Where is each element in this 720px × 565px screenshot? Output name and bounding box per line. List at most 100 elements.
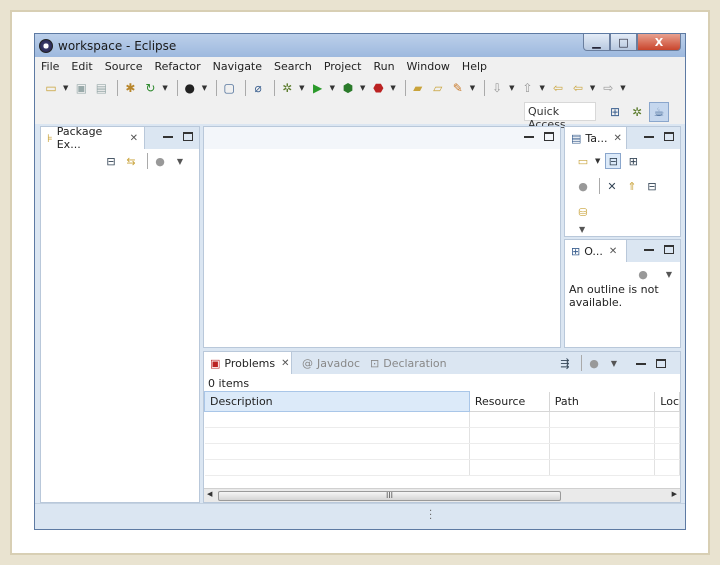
close-icon[interactable]: ✕ xyxy=(130,133,138,144)
new-task-icon[interactable]: ▭ xyxy=(575,153,591,169)
forward-icon[interactable]: ⇨ xyxy=(600,80,616,96)
tab-javadoc[interactable]: @ Javadoc xyxy=(302,357,360,370)
repository-icon[interactable]: ⛁ xyxy=(575,204,591,220)
debug-perspective-icon[interactable]: ✲ xyxy=(627,102,647,122)
focus-task-icon[interactable]: ● xyxy=(575,178,591,194)
column-path[interactable]: Path xyxy=(549,391,656,412)
task-list-icon: ▤ xyxy=(571,131,582,145)
refresh-dropdown-icon[interactable]: ▼ xyxy=(162,84,167,92)
minimize-view-icon[interactable] xyxy=(524,136,534,138)
previous-annotation-icon[interactable]: ⇧ xyxy=(520,80,536,96)
forward-dropdown-icon[interactable]: ▼ xyxy=(620,84,625,92)
open-perspective-icon[interactable]: ⊞ xyxy=(605,102,625,122)
scroll-thumb[interactable]: III xyxy=(218,491,561,501)
toolbar-separator xyxy=(404,80,406,96)
new-icon[interactable]: ▭ xyxy=(43,80,59,96)
close-icon[interactable]: ✕ xyxy=(614,133,622,144)
minimize-view-icon[interactable] xyxy=(644,136,654,138)
focus-icon[interactable]: ● xyxy=(152,153,168,169)
declaration-title: Declaration xyxy=(383,356,447,370)
java-perspective-icon[interactable]: ☕ xyxy=(649,102,669,122)
menu-window[interactable]: Window xyxy=(407,60,450,73)
link-with-editor-icon[interactable]: ⇆ xyxy=(123,153,139,169)
synchronize-icon[interactable]: ⇑ xyxy=(624,178,640,194)
profile-dropdown-icon[interactable]: ▼ xyxy=(202,84,207,92)
next-annotation-dropdown-icon[interactable]: ▼ xyxy=(509,84,514,92)
back-dropdown-icon[interactable]: ▼ xyxy=(590,84,595,92)
view-menu-icon[interactable]: ▼ xyxy=(172,153,188,169)
hide-completed-icon[interactable]: ✕ xyxy=(604,178,620,194)
minimize-button[interactable]: ▁ xyxy=(583,34,610,51)
save-icon[interactable]: ▣ xyxy=(73,80,89,96)
tab-outline[interactable]: ⊞ O... ✕ xyxy=(565,240,627,262)
task-list-toolbar-row3: ⛁ xyxy=(575,204,595,220)
task-list-menu-icon[interactable]: ▼ xyxy=(579,225,585,234)
back-icon[interactable]: ⇦ xyxy=(570,80,586,96)
open-folder-icon[interactable]: ▱ xyxy=(430,80,446,96)
coverage-icon[interactable]: ⬢ xyxy=(340,80,356,96)
new-dropdown-icon[interactable]: ▼ xyxy=(63,84,68,92)
menu-project[interactable]: Project xyxy=(324,60,362,73)
scroll-right-icon[interactable]: ▶ xyxy=(672,490,677,498)
console-icon[interactable]: ▢ xyxy=(221,80,237,96)
categorized-icon[interactable]: ⊟ xyxy=(605,153,622,169)
maximize-view-icon[interactable] xyxy=(183,132,193,141)
previous-annotation-dropdown-icon[interactable]: ▼ xyxy=(540,84,545,92)
last-edit-icon[interactable]: ⇦ xyxy=(550,80,566,96)
collapse-all-icon[interactable]: ⊟ xyxy=(103,153,119,169)
maximize-view-icon[interactable] xyxy=(544,132,554,141)
menu-refactor[interactable]: Refactor xyxy=(155,60,201,73)
tab-problems[interactable]: ▣ Problems ✕ xyxy=(204,352,292,374)
menu-search[interactable]: Search xyxy=(274,60,312,73)
menu-help[interactable]: Help xyxy=(462,60,487,73)
column-location[interactable]: Loc xyxy=(654,391,680,412)
run-dropdown-icon[interactable]: ▼ xyxy=(330,84,335,92)
tab-task-list[interactable]: ▤ Ta... ✕ xyxy=(565,127,627,149)
minimize-view-icon[interactable] xyxy=(644,249,654,251)
refresh-icon[interactable]: ↻ xyxy=(142,80,158,96)
close-icon[interactable]: ✕ xyxy=(281,358,289,369)
menu-file[interactable]: File xyxy=(41,60,59,73)
profile-icon[interactable]: ● xyxy=(182,80,198,96)
maximize-view-icon[interactable] xyxy=(664,132,674,141)
next-annotation-icon[interactable]: ⇩ xyxy=(489,80,505,96)
column-description[interactable]: Description xyxy=(204,391,470,412)
new-task-dropdown-icon[interactable]: ▼ xyxy=(595,157,600,165)
maximize-button[interactable]: □ xyxy=(610,34,637,51)
new-java-package-icon[interactable]: ✱ xyxy=(122,80,138,96)
main-toolbar: ▭ ▼ ▣ ▤ ✱ ↻ ▼ ● ▼ ▢ ⌀ ✲ ▼ ▶ ▼ ⬢ ▼ ⬣ ▼ ▰ … xyxy=(35,76,685,100)
coverage-dropdown-icon[interactable]: ▼ xyxy=(360,84,365,92)
maximize-view-icon[interactable] xyxy=(664,245,674,254)
menu-edit[interactable]: Edit xyxy=(71,60,92,73)
save-all-icon[interactable]: ▤ xyxy=(93,80,109,96)
close-button[interactable]: X xyxy=(637,34,681,51)
filter-icon[interactable]: ⇶ xyxy=(557,355,573,371)
debug-dropdown-icon[interactable]: ▼ xyxy=(299,84,304,92)
minimize-view-icon[interactable] xyxy=(636,363,646,365)
menu-source[interactable]: Source xyxy=(105,60,143,73)
scroll-left-icon[interactable]: ◀ xyxy=(207,490,212,498)
run-icon[interactable]: ▶ xyxy=(310,80,326,96)
tab-declaration[interactable]: ⊡ Declaration xyxy=(370,357,447,370)
external-tools-dropdown-icon[interactable]: ▼ xyxy=(390,84,395,92)
scheduled-icon[interactable]: ⊞ xyxy=(625,153,641,169)
search-dropdown-icon[interactable]: ▼ xyxy=(470,84,475,92)
skip-breakpoints-icon[interactable]: ⌀ xyxy=(250,80,266,96)
view-menu-icon[interactable]: ▼ xyxy=(606,355,622,371)
horizontal-scrollbar[interactable]: ◀ III ▶ xyxy=(204,488,680,502)
debug-icon[interactable]: ✲ xyxy=(279,80,295,96)
open-type-icon[interactable]: ▰ xyxy=(410,80,426,96)
menu-run[interactable]: Run xyxy=(373,60,394,73)
search-tool-icon[interactable]: ✎ xyxy=(450,80,466,96)
focus-icon[interactable]: ● xyxy=(586,355,602,371)
external-tools-icon[interactable]: ⬣ xyxy=(370,80,386,96)
menu-navigate[interactable]: Navigate xyxy=(213,60,262,73)
maximize-view-icon[interactable] xyxy=(656,358,666,368)
collapse-tasks-icon[interactable]: ⊟ xyxy=(644,178,660,194)
table-row xyxy=(204,443,680,460)
quick-access-field[interactable]: Quick Access xyxy=(524,102,596,131)
close-icon[interactable]: ✕ xyxy=(609,246,617,257)
tab-package-explorer[interactable]: ⊧ Package Ex... ✕ xyxy=(41,125,145,151)
column-resource[interactable]: Resource xyxy=(469,391,550,412)
minimize-view-icon[interactable] xyxy=(163,136,173,138)
